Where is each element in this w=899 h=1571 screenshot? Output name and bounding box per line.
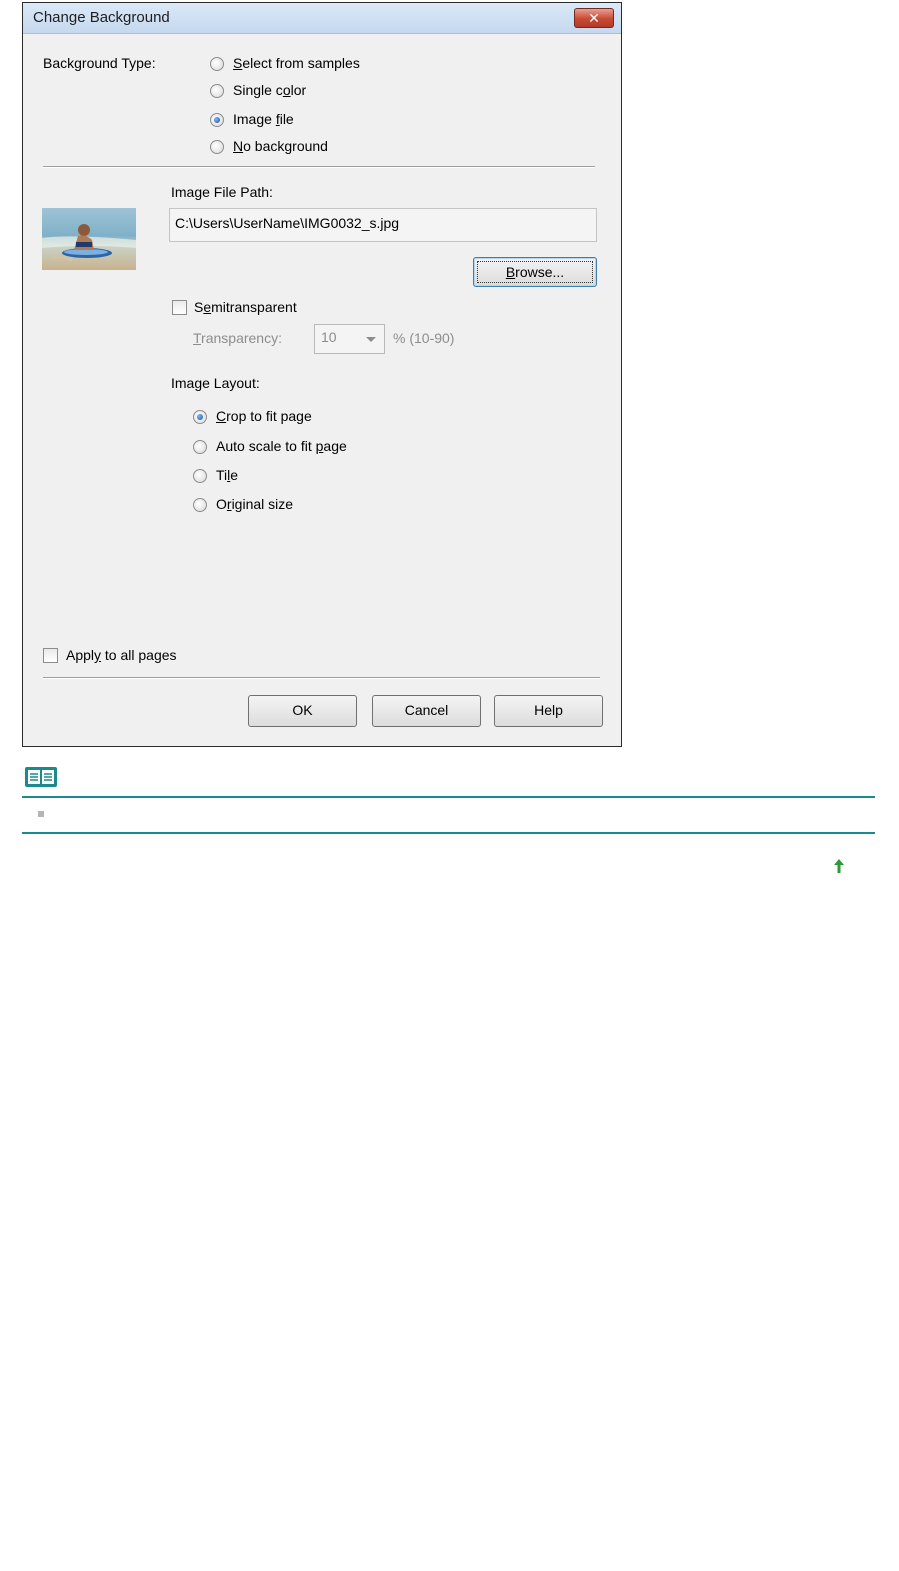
transparency-label: Transparency: — [193, 330, 282, 346]
transparency-select[interactable]: 10 — [314, 324, 385, 354]
image-file-path-value: C:\Users\UserName\IMG0032_s.jpg — [175, 215, 400, 231]
up-arrow-icon[interactable] — [832, 858, 846, 874]
background-type-label: Background Type: — [43, 55, 156, 71]
note-bottom-rule — [22, 832, 875, 834]
radio-single-color-label: Single color — [233, 82, 307, 98]
apply-to-all-pages-checkbox[interactable] — [43, 648, 58, 663]
apply-to-all-pages-label: Apply to all pages — [66, 647, 177, 663]
browse-focus-ring — [477, 261, 593, 283]
browse-button[interactable]: Browse... — [473, 257, 597, 287]
close-button[interactable]: ✕ — [574, 8, 614, 28]
image-file-path-label: Image File Path: — [171, 184, 273, 200]
radio-original-size[interactable] — [193, 498, 207, 512]
radio-crop-to-fit-page-label: Crop to fit page — [216, 408, 312, 424]
radio-single-color[interactable] — [210, 84, 224, 98]
image-layout-label: Image Layout: — [171, 375, 260, 391]
change-background-dialog: Change Background ✕ Background Type: Sel… — [22, 2, 622, 747]
note-bullet — [38, 811, 44, 817]
radio-original-size-label: Original size — [216, 496, 294, 512]
radio-tile[interactable] — [193, 469, 207, 483]
radio-image-file-label: Image file — [233, 111, 294, 127]
radio-no-background-label: No background — [233, 138, 328, 154]
radio-tile-label: Tile — [216, 467, 239, 483]
radio-auto-scale-to-fit-page[interactable] — [193, 440, 207, 454]
book-note-icon — [24, 766, 58, 788]
cancel-button[interactable]: Cancel — [372, 695, 481, 727]
separator-top — [43, 166, 595, 168]
title-bar[interactable]: Change Background ✕ — [23, 3, 621, 34]
radio-select-from-samples-label: Select from samples — [233, 55, 360, 71]
separator-bottom — [43, 677, 600, 679]
radio-select-from-samples[interactable] — [210, 57, 224, 71]
semitransparent-checkbox[interactable] — [172, 300, 187, 315]
background-image-preview — [42, 208, 136, 270]
dialog-title: Change Background — [33, 9, 170, 26]
radio-crop-to-fit-page[interactable] — [193, 410, 207, 424]
transparency-value: 10 — [321, 329, 337, 345]
transparency-range: % (10-90) — [393, 330, 455, 346]
close-icon: ✕ — [588, 10, 600, 26]
note-top-rule — [22, 796, 875, 798]
help-button[interactable]: Help — [494, 695, 603, 727]
radio-image-file[interactable] — [210, 113, 224, 127]
semitransparent-label: Semitransparent — [194, 299, 297, 315]
chevron-down-icon — [366, 337, 376, 342]
image-file-path-field[interactable]: C:\Users\UserName\IMG0032_s.jpg — [169, 208, 597, 242]
radio-no-background[interactable] — [210, 140, 224, 154]
radio-auto-scale-to-fit-page-label: Auto scale to fit page — [216, 438, 347, 454]
ok-button[interactable]: OK — [248, 695, 357, 727]
